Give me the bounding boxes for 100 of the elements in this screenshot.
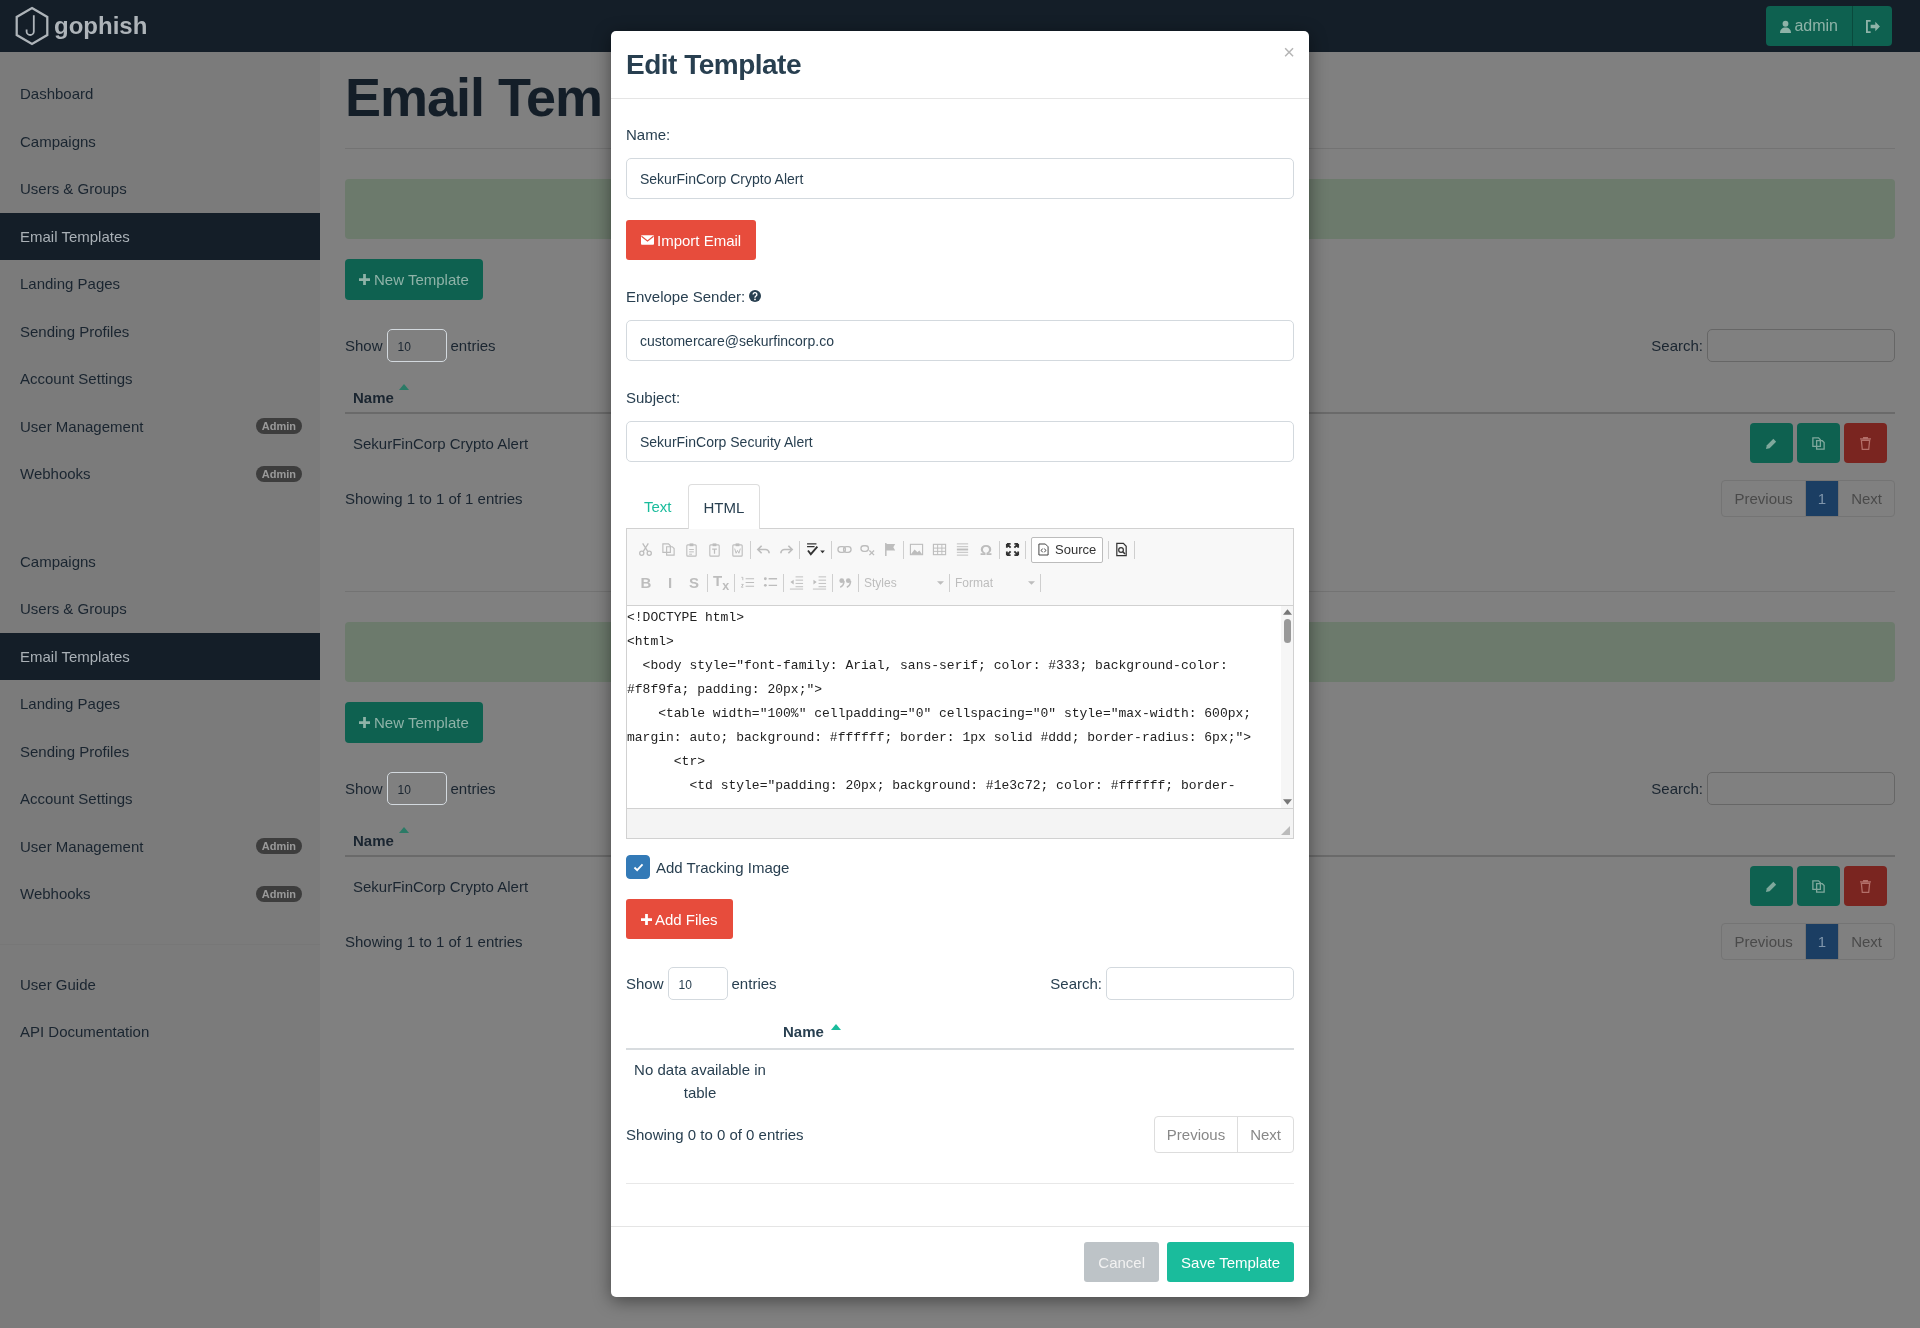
plus-icon xyxy=(641,913,652,925)
new-template-button[interactable]: New Template xyxy=(345,259,483,300)
edit-button[interactable] xyxy=(1750,866,1793,906)
trash-icon xyxy=(1860,879,1871,893)
envelope-icon xyxy=(641,235,654,245)
copy-button[interactable] xyxy=(1797,423,1840,463)
caret-icon xyxy=(1028,580,1035,585)
search-field[interactable] xyxy=(1707,329,1895,362)
show-label: Show xyxy=(345,780,383,797)
sort-caret-icon xyxy=(831,1024,841,1030)
field-label: Name: xyxy=(626,125,671,143)
check-icon xyxy=(632,862,644,872)
sidebar-item[interactable]: Account Settings xyxy=(0,355,320,403)
copy-icon xyxy=(1811,435,1826,451)
column-header[interactable]: Name xyxy=(783,1023,824,1040)
sidebar-item[interactable]: Dashboard xyxy=(0,70,320,118)
sidebar-item[interactable]: Campaigns xyxy=(0,117,320,165)
edit-button[interactable] xyxy=(1750,423,1793,463)
scroll-up-icon[interactable] xyxy=(1282,609,1292,615)
delete-button[interactable] xyxy=(1844,866,1887,906)
copy-icon xyxy=(1811,878,1826,894)
sidebar-item[interactable]: Campaigns xyxy=(0,537,320,585)
source-button[interactable]: Source xyxy=(1031,536,1104,563)
column-header[interactable]: Name xyxy=(353,832,394,849)
checkbox[interactable] xyxy=(626,855,650,879)
sort-caret-icon xyxy=(399,384,409,390)
table-info: Showing 1 to 1 of 1 entries xyxy=(345,490,523,507)
page-title: Email Tem xyxy=(345,66,604,129)
editor-tab[interactable]: Text xyxy=(628,483,688,528)
resize-grip-icon[interactable] xyxy=(1281,826,1290,835)
checkbox-label[interactable]: Add Tracking Image xyxy=(656,858,790,876)
sidebar-item[interactable]: API Documentation xyxy=(0,1008,320,1056)
sidebar-item[interactable]: User Management Admin xyxy=(0,402,320,450)
sidebar-item[interactable]: Users & Groups xyxy=(0,585,320,633)
entries-label: entries xyxy=(731,975,777,992)
show-label: Show xyxy=(626,975,664,992)
spellcheck-icon[interactable] xyxy=(805,542,826,557)
pencil-icon xyxy=(1765,436,1778,450)
sidebar-item[interactable]: User Management Admin xyxy=(0,822,320,870)
text-field[interactable]: SekurFinCorp Security Alert xyxy=(626,421,1294,462)
delete-button[interactable] xyxy=(1844,423,1887,463)
trash-icon xyxy=(1860,436,1871,450)
plus-icon xyxy=(359,717,370,728)
pagination-button[interactable]: Next xyxy=(1237,1117,1293,1152)
show-label: Show xyxy=(345,337,383,354)
scroll-thumb[interactable] xyxy=(1283,619,1291,643)
search-field[interactable] xyxy=(1707,772,1895,805)
code-text[interactable]: <!DOCTYPE html> <html> <body style="font-family: Arial, sans-serif; color: #333; background-color: #f8f9fa; padding: 20px;"> <table width="100%" cellpadding="0" cellspacing="0" style="max-width: 600px; margin: auto; background: #ffffff; border: 1px solid #ddd; border-radius: 6px;"> <tr> <td style="padding: 20px; background: #1e3c72; color: #ffffff; border- xyxy=(627,606,1281,808)
sidebar-item[interactable]: Landing Pages xyxy=(0,260,320,308)
admin-badge: Admin xyxy=(255,885,302,902)
page-length-select[interactable]: 10 xyxy=(386,329,447,362)
hexagon-hook-icon xyxy=(14,6,50,46)
sidebar-item[interactable]: Landing Pages xyxy=(0,680,320,728)
pagination-button[interactable]: 1 xyxy=(1804,481,1839,516)
entries-label: entries xyxy=(450,780,496,797)
sidebar-item[interactable]: Sending Profiles xyxy=(0,307,320,355)
close-button[interactable]: × xyxy=(1283,41,1295,64)
field-label: Envelope Sender: xyxy=(626,287,746,305)
new-template-button[interactable]: New Template xyxy=(345,702,483,743)
sidebar-item[interactable]: User Guide xyxy=(0,960,320,1008)
text-field[interactable]: SekurFinCorp Crypto Alert xyxy=(626,158,1294,199)
sidebar-item[interactable]: Sending Profiles xyxy=(0,727,320,775)
admin-badge: Admin xyxy=(255,838,302,855)
text-field[interactable]: customercare@sekurfincorp.co xyxy=(626,320,1294,361)
column-header[interactable]: Name xyxy=(353,389,394,406)
pagination-button[interactable]: 1 xyxy=(1804,924,1839,959)
import-email-button[interactable]: Import Email xyxy=(626,220,757,260)
copy-button[interactable] xyxy=(1797,866,1840,906)
sidebar-item[interactable]: Email Templates xyxy=(0,632,320,680)
save-button[interactable]: Save Template xyxy=(1167,1242,1294,1282)
sidebar-item[interactable]: Email Templates xyxy=(0,212,320,260)
table-cell: SekurFinCorp Crypto Alert xyxy=(353,434,529,452)
plus-icon xyxy=(359,274,370,285)
entries-label: entries xyxy=(450,337,496,354)
table-info: Showing 0 to 0 of 0 entries xyxy=(626,1126,804,1143)
logo-text[interactable]: gophish xyxy=(54,12,148,40)
page-length-select[interactable]: 10 xyxy=(386,772,447,805)
help-icon[interactable] xyxy=(749,290,762,302)
search-label: Search: xyxy=(1651,337,1703,354)
logout-icon xyxy=(1865,19,1880,33)
scrollbar[interactable] xyxy=(1281,606,1293,808)
scroll-down-icon[interactable] xyxy=(1282,799,1292,805)
table-info: Showing 1 to 1 of 1 entries xyxy=(345,933,523,950)
sidebar-item[interactable]: Users & Groups xyxy=(0,165,320,213)
caret-icon xyxy=(937,580,944,585)
sidebar-item[interactable]: Account Settings xyxy=(0,775,320,823)
pagination-button[interactable]: Previous xyxy=(1154,1117,1238,1152)
admin-badge: Admin xyxy=(255,418,302,435)
table-cell: SekurFinCorp Crypto Alert xyxy=(353,877,529,895)
admin-badge: Admin xyxy=(255,465,302,482)
maximize-icon[interactable] xyxy=(1005,542,1020,557)
sidebar-item[interactable]: Webhooks Admin xyxy=(0,450,320,498)
search-label: Search: xyxy=(1050,975,1102,992)
search-label: Search: xyxy=(1651,780,1703,797)
editor-tab[interactable]: HTML xyxy=(687,484,761,529)
add-files-button[interactable]: Add Files xyxy=(626,899,733,939)
sidebar-item[interactable]: Webhooks Admin xyxy=(0,870,320,918)
page-length-select[interactable]: 10 xyxy=(667,967,728,1000)
field-label: Subject: xyxy=(626,388,681,406)
preview-icon[interactable] xyxy=(1114,542,1130,557)
